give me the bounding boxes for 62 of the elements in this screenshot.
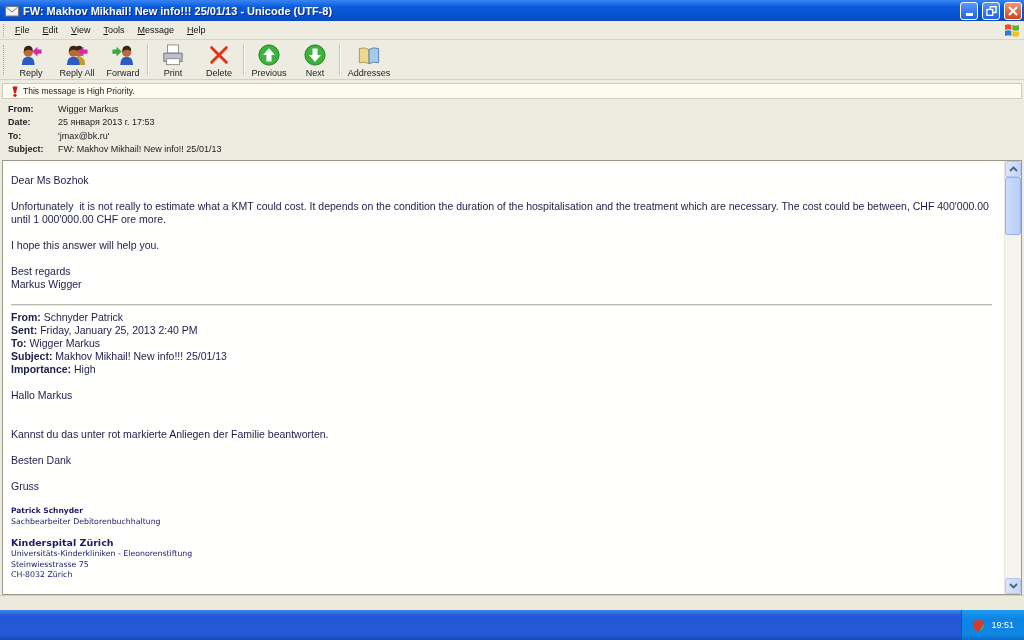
header-label: Date: bbox=[8, 117, 32, 128]
printer-icon bbox=[162, 44, 184, 66]
body-text: Hallo Markus bbox=[11, 389, 74, 402]
print-button[interactable]: Print bbox=[150, 40, 196, 79]
delete-button[interactable]: Delete bbox=[196, 40, 242, 79]
people-arrow-icon bbox=[66, 44, 88, 66]
person-arrow-icon bbox=[20, 44, 42, 66]
restore-icon bbox=[985, 5, 997, 16]
header-label: Subject: bbox=[8, 144, 45, 155]
signature-organization: Kinderspital Zürich bbox=[11, 536, 115, 549]
quoted-header: From: Schnyder Patrick bbox=[11, 311, 125, 324]
header-value: 25 января 2013 г. 17:53 bbox=[58, 117, 156, 128]
menu-item[interactable]: Help bbox=[182, 25, 212, 35]
chevron-up-icon bbox=[1008, 166, 1018, 172]
header-label: From: bbox=[8, 103, 35, 114]
quoted-header: Subject: Makhov Mikhail! New info!!! 25/01/13 bbox=[11, 350, 228, 363]
header-value: FW: Makhov Mikhail! New info!! 25/01/13 bbox=[58, 144, 222, 155]
body-text: Best regards bbox=[11, 265, 72, 278]
priority-text: This message is High Priority. bbox=[23, 86, 135, 96]
body-text: Kannst du das unter rot markierte Anliegen der Familie beantworten. bbox=[11, 428, 330, 441]
minimize-button[interactable] bbox=[960, 1, 978, 20]
header-value: Wigger Markus bbox=[58, 103, 120, 114]
windows-flag-icon bbox=[1004, 23, 1020, 38]
minimize-icon bbox=[965, 12, 973, 16]
body-text: Unfortunately it is not really to estimate what a KMT could cost. It depends on the condition the duration of the hospitalisation and the treatment which are necessary. The cost could be between, CHF 400'000.00 until 1 000'000.00 CHF ore more. bbox=[11, 200, 990, 226]
header-value: 'jmax@bk.ru' bbox=[58, 130, 111, 141]
forward-button[interactable]: Forward bbox=[100, 40, 146, 79]
menu-item[interactable]: Message bbox=[133, 25, 180, 35]
body-text: Besten Dank bbox=[11, 454, 73, 467]
x-mark-icon bbox=[208, 44, 230, 66]
arrow-person-icon bbox=[112, 44, 134, 66]
scroll-thumb[interactable] bbox=[1005, 177, 1021, 235]
tray-app-icon bbox=[972, 618, 986, 632]
menu-item[interactable]: Tools bbox=[99, 25, 131, 35]
menu-item[interactable]: Edit bbox=[38, 25, 65, 35]
body-text: Gruss bbox=[11, 480, 40, 493]
chevron-down-icon bbox=[1008, 583, 1018, 589]
next-button[interactable]: Next bbox=[292, 40, 338, 79]
quoted-header: To: Wigger Markus bbox=[11, 337, 102, 350]
close-icon bbox=[1008, 5, 1018, 16]
quoted-header: Importance: High bbox=[11, 363, 97, 376]
addresses-button[interactable]: Addresses bbox=[342, 40, 396, 79]
scroll-down-button[interactable] bbox=[1005, 578, 1021, 594]
book-icon bbox=[358, 44, 380, 66]
body-text: Dear Ms Bozhok bbox=[11, 174, 90, 187]
body-text: I hope this answer will help you. bbox=[11, 239, 161, 252]
clock-text: 19:51 bbox=[991, 620, 1014, 630]
window-title: FW: Makhov Mikhail! New info!!! 25/01/13 - Unicode (UTF-8) bbox=[23, 4, 334, 17]
menu-item[interactable]: File bbox=[11, 25, 36, 35]
menu-item[interactable]: View bbox=[67, 25, 97, 35]
exclamation-icon bbox=[11, 85, 19, 97]
restore-button[interactable] bbox=[982, 1, 1000, 20]
close-button[interactable] bbox=[1004, 1, 1022, 20]
scroll-up-button[interactable] bbox=[1005, 161, 1021, 177]
reply-button[interactable]: Reply bbox=[8, 40, 54, 79]
body-text: Markus Wigger bbox=[11, 278, 83, 291]
previous-button[interactable]: Previous bbox=[246, 40, 292, 79]
quoted-header: Sent: Friday, January 25, 2013 2:40 PM bbox=[11, 324, 199, 337]
scrollbar[interactable] bbox=[1004, 161, 1021, 594]
header-label: To: bbox=[8, 130, 23, 141]
envelope-icon bbox=[5, 4, 19, 17]
reply-all-button[interactable]: Reply All bbox=[54, 40, 100, 79]
